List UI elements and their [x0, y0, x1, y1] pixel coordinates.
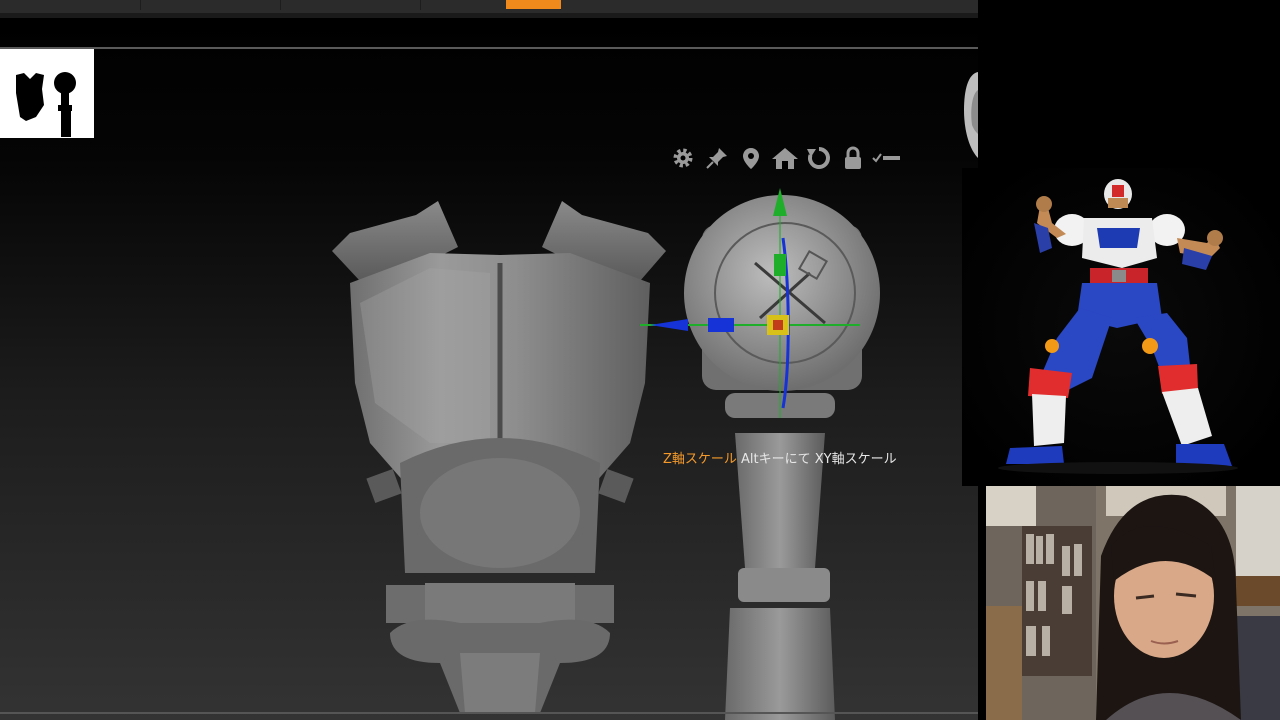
sculpt-viewport[interactable]: Z軸スケール Altキーにて XY軸スケール: [0, 18, 978, 720]
reset-icon[interactable]: [804, 145, 834, 171]
viewport-bottom-line: [0, 712, 978, 714]
hint-highlight: Z軸スケール: [663, 452, 737, 467]
webcam-overlay: [986, 486, 1280, 720]
viewport-divider: [0, 47, 978, 49]
robot-figure-image: [962, 168, 1280, 486]
tab-segment[interactable]: [280, 0, 421, 10]
active-tab-indicator[interactable]: [506, 0, 561, 9]
home-icon[interactable]: [770, 145, 800, 171]
pin-icon[interactable]: [702, 145, 732, 171]
partial-head-model: [964, 72, 978, 158]
gear-icon[interactable]: [668, 145, 698, 171]
torso-armor-model[interactable]: [320, 193, 680, 720]
lock-icon[interactable]: [838, 145, 868, 171]
gizmo-toolbar: [668, 145, 902, 171]
top-tab-strip: [0, 0, 978, 18]
webcam-feed-image: [986, 486, 1280, 720]
gizmo-hint: Z軸スケール Altキーにて XY軸スケール: [663, 448, 897, 467]
tab-segment[interactable]: [140, 0, 281, 10]
head-joint-model[interactable]: [640, 168, 900, 720]
reference-image: [962, 168, 1280, 486]
subtool-thumbnail[interactable]: [0, 49, 94, 138]
torso-silhouette-icon: [16, 72, 76, 137]
collapse-icon[interactable]: [872, 145, 902, 171]
hint-text: Altキーにて XY軸スケール: [736, 452, 897, 467]
location-icon[interactable]: [736, 145, 766, 171]
tab-segment[interactable]: [0, 0, 141, 10]
